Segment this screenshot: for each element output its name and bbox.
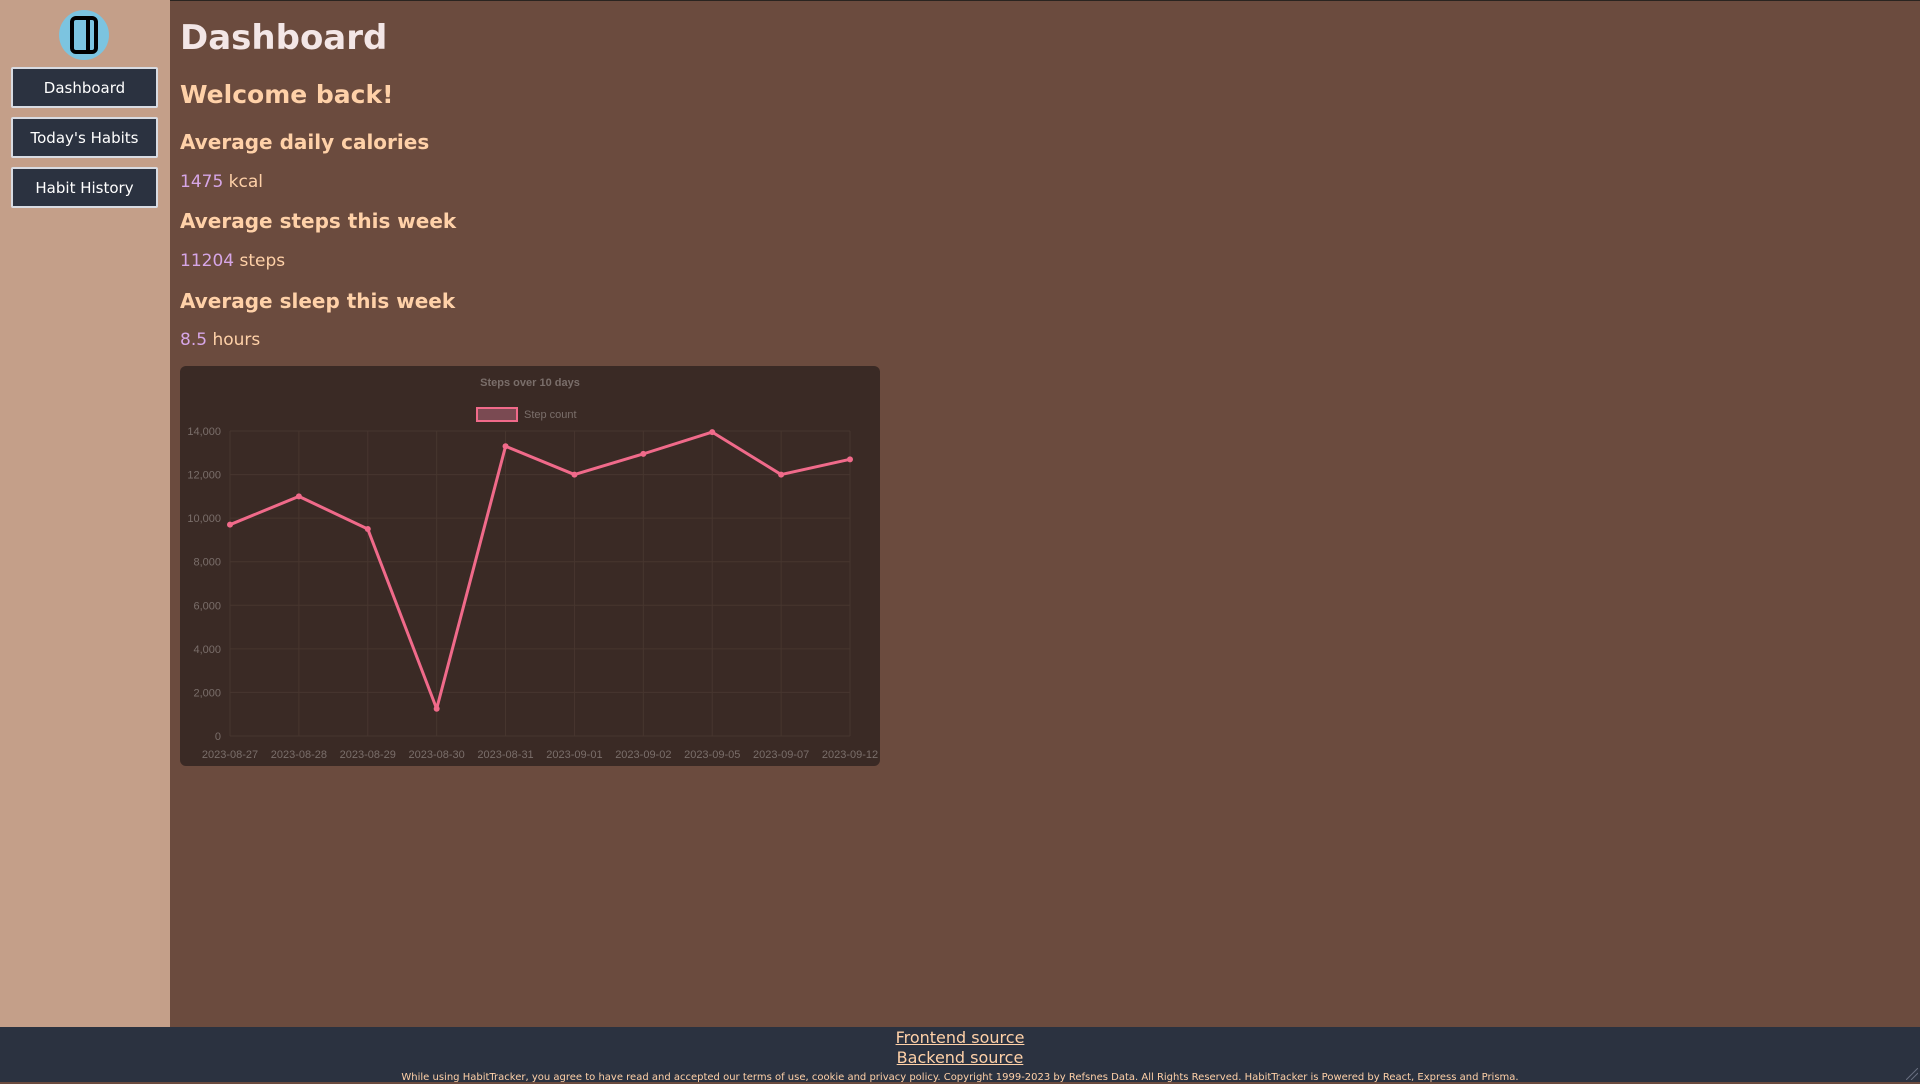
footer-note: While using HabitTracker, you agree to h… — [401, 1072, 1519, 1083]
sleep-stat: 8.5 hours — [180, 330, 260, 350]
y-tick-label: 8,000 — [193, 557, 221, 569]
x-tick-label: 2023-08-27 — [202, 749, 258, 761]
data-point — [571, 471, 578, 478]
sleep-value: 8.5 — [180, 330, 208, 350]
y-tick-label: 14,000 — [187, 426, 221, 438]
footer: Frontend source Backend source While usi… — [0, 1027, 1920, 1083]
y-tick-label: 4,000 — [193, 644, 221, 656]
y-tick-label: 10,000 — [187, 513, 221, 525]
data-point — [433, 705, 440, 712]
legend-label: Step count — [524, 409, 577, 421]
data-point — [778, 471, 785, 478]
data-point — [295, 493, 302, 500]
welcome-heading: Welcome back! — [180, 80, 394, 109]
x-tick-label: 2023-09-05 — [684, 749, 740, 761]
x-tick-label: 2023-09-12 — [822, 749, 878, 761]
data-point — [640, 450, 647, 457]
sidebar: Dashboard Today's Habits Habit History — [0, 0, 170, 1027]
sleep-heading: Average sleep this week — [180, 289, 456, 313]
y-tick-label: 2,000 — [193, 687, 221, 699]
book-icon[interactable] — [59, 10, 109, 60]
series-line-step-count — [229, 430, 851, 711]
x-tick-label: 2023-08-29 — [340, 749, 396, 761]
calories-value: 1475 — [180, 172, 224, 192]
steps-heading: Average steps this week — [180, 209, 457, 233]
sidebar-item-dashboard[interactable]: Dashboard — [11, 67, 158, 108]
calories-unit: kcal — [228, 172, 264, 192]
x-tick-label: 2023-09-02 — [615, 749, 671, 761]
steps-stat: 11204 steps — [180, 251, 285, 271]
backend-source-link[interactable]: Backend source — [0, 1048, 1920, 1068]
x-tick-label: 2023-09-01 — [546, 749, 602, 761]
sleep-unit: hours — [212, 330, 261, 350]
legend-swatch — [476, 407, 518, 422]
data-point — [364, 526, 371, 533]
x-tick-label: 2023-08-31 — [477, 749, 533, 761]
x-tick-label: 2023-08-30 — [409, 749, 465, 761]
resize-handle-icon[interactable] — [1906, 1068, 1918, 1080]
x-tick-label: 2023-08-28 — [271, 749, 327, 761]
y-tick-label: 12,000 — [187, 470, 221, 482]
calories-heading: Average daily calories — [180, 130, 430, 154]
chart-title: Steps over 10 days — [480, 377, 580, 389]
steps-unit: steps — [239, 251, 286, 271]
steps-chart-svg: Steps over 10 days Step count 0 2,000 4,000 6… — [187, 377, 878, 761]
sidebar-item-habit-history[interactable]: Habit History — [11, 167, 158, 208]
steps-value: 11204 — [180, 251, 235, 271]
data-point — [502, 443, 509, 450]
calories-stat: 1475 kcal — [180, 172, 263, 192]
data-point — [709, 429, 716, 436]
sidebar-item-todays-habits[interactable]: Today's Habits — [11, 117, 158, 158]
steps-chart: Steps over 10 days Step count 0 2,000 4,000 6… — [180, 366, 880, 766]
data-point — [847, 456, 853, 463]
frontend-source-link[interactable]: Frontend source — [0, 1028, 1920, 1048]
y-tick-label: 6,000 — [193, 600, 221, 612]
top-border — [0, 0, 1920, 1]
page-title: Dashboard — [180, 18, 388, 58]
data-point — [227, 521, 233, 528]
x-tick-label: 2023-09-07 — [753, 749, 809, 761]
y-tick-label: 0 — [215, 731, 221, 743]
